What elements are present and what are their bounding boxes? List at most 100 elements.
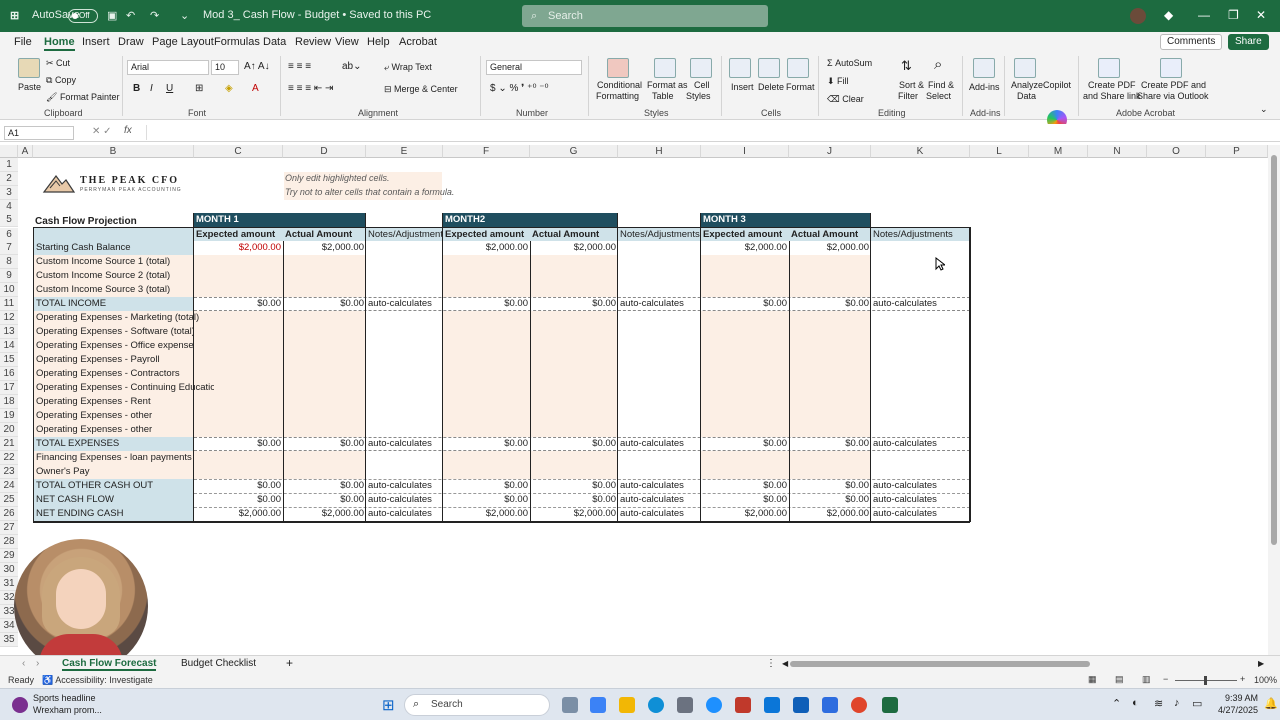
tab-formulas[interactable]: Formulas	[214, 36, 260, 48]
page-layout-view-icon[interactable]: ▤	[1115, 674, 1124, 685]
row-label[interactable]: NET ENDING CASH	[34, 507, 194, 521]
scroll-right-icon[interactable]: ▶	[1258, 659, 1264, 668]
underline-icon[interactable]: U	[166, 83, 173, 94]
month-2-header[interactable]: MONTH2	[443, 213, 618, 227]
expected-header-m1[interactable]: Expected amount	[194, 228, 283, 242]
clear-button[interactable]: ⌫ Clear	[827, 94, 864, 105]
cell-styles-icon[interactable]	[690, 58, 712, 78]
row-label[interactable]: TOTAL EXPENSES	[34, 437, 194, 451]
row-label[interactable]: Owner's Pay	[34, 465, 194, 479]
number-format-select[interactable]: General	[486, 60, 582, 75]
tab-insert[interactable]: Insert	[82, 36, 110, 48]
select-all-corner[interactable]	[0, 145, 18, 158]
row-header-15[interactable]: 15	[0, 353, 18, 367]
zoom-level[interactable]: 100%	[1254, 675, 1277, 685]
total-value-cell[interactable]: $0.00	[701, 493, 789, 507]
format-painter-button[interactable]: 🖌 Format Painter	[46, 92, 119, 103]
tab-data[interactable]: Data	[263, 36, 286, 48]
row-label[interactable]: Operating Expenses - Marketing (total)	[34, 311, 204, 325]
total-value-cell[interactable]: $0.00	[283, 493, 366, 507]
row-label[interactable]: Starting Cash Balance	[34, 241, 194, 255]
analyze-data-icon[interactable]	[1014, 58, 1036, 78]
income-input-area-m3[interactable]	[701, 255, 871, 297]
copilot-button[interactable]: Copilot	[1043, 80, 1071, 90]
autosave-toggle[interactable]: Off	[68, 9, 98, 23]
row-label[interactable]: TOTAL OTHER CASH OUT	[34, 479, 194, 493]
save-icon[interactable]: ▣	[107, 9, 117, 22]
total-value-cell[interactable]: $0.00	[789, 493, 871, 507]
total-value-cell[interactable]: $0.00	[194, 479, 283, 493]
taskbar-time[interactable]: 9:39 AM	[1214, 693, 1258, 703]
function-icon[interactable]: fx	[124, 125, 132, 136]
row-label[interactable]: Operating Expenses - Rent	[34, 395, 194, 409]
wrap-text-button[interactable]: ⤶ Wrap Text	[384, 62, 432, 73]
format-as-table-button[interactable]: Format as	[647, 80, 688, 90]
tab-help[interactable]: Help	[367, 36, 390, 48]
total-value-cell[interactable]: $2,000.00	[701, 507, 789, 521]
total-value-cell[interactable]: $2,000.00	[443, 507, 530, 521]
addins-icon[interactable]	[973, 58, 995, 78]
col-header-n[interactable]: N	[1088, 145, 1147, 158]
row-header-19[interactable]: 19	[0, 409, 18, 423]
expected-header-m2[interactable]: Expected amount	[443, 228, 530, 242]
conditional-formatting-button[interactable]: Conditional	[597, 80, 642, 90]
col-header-d[interactable]: D	[283, 145, 366, 158]
row-header-27[interactable]: 27	[0, 521, 18, 535]
total-value-cell[interactable]: $0.00	[530, 479, 618, 493]
row-header-25[interactable]: 25	[0, 493, 18, 507]
tray-chevron-icon[interactable]: ⌃	[1112, 697, 1121, 710]
row-header-23[interactable]: 23	[0, 465, 18, 479]
row-header-8[interactable]: 8	[0, 255, 18, 269]
col-header-b[interactable]: B	[33, 145, 194, 158]
tab-view[interactable]: View	[335, 36, 359, 48]
create-pdf-share-link-button[interactable]: Create PDF	[1088, 80, 1136, 90]
total-value-cell[interactable]: $0.00	[443, 479, 530, 493]
fill-button[interactable]: ⬇ Fill	[827, 76, 849, 87]
total-value-cell[interactable]: $0.00	[194, 297, 283, 311]
row-label[interactable]: Custom Income Source 3 (total)	[34, 283, 194, 297]
app-icon[interactable]	[706, 697, 722, 713]
row-header-1[interactable]: 1	[0, 158, 18, 172]
prev-sheet-icon[interactable]: ‹	[22, 658, 25, 669]
row-header-13[interactable]: 13	[0, 325, 18, 339]
notes-header-m2[interactable]: Notes/Adjustments	[618, 228, 701, 242]
avatar[interactable]	[1130, 8, 1146, 24]
total-value-cell[interactable]: $2,000.00	[530, 507, 618, 521]
undo-icon[interactable]: ↶	[126, 9, 135, 22]
collapse-ribbon-icon[interactable]: ⌄	[1260, 104, 1268, 115]
align-top-icon[interactable]: ≡ ≡ ≡	[288, 61, 311, 72]
row-header-30[interactable]: 30	[0, 563, 18, 577]
actual-header-m1[interactable]: Actual Amount	[283, 228, 366, 242]
currency-icon[interactable]: $ ⌄ % ❜ ⁺⁰ ⁻⁰	[490, 83, 549, 94]
auto-calculates-note[interactable]: auto-calculates	[871, 437, 970, 451]
search-input[interactable]: ⌕ Search	[522, 5, 768, 27]
expected-header-m3[interactable]: Expected amount	[701, 228, 789, 242]
close-icon[interactable]: ✕	[1256, 8, 1266, 22]
starting-balance-expected-m2[interactable]: $2,000.00	[443, 241, 530, 255]
auto-calculates-note[interactable]: auto-calculates	[618, 297, 701, 311]
wifi-icon[interactable]: ≋	[1154, 697, 1163, 710]
row-header-2[interactable]: 2	[0, 172, 18, 186]
total-value-cell[interactable]: $0.00	[530, 493, 618, 507]
auto-calculates-note[interactable]: auto-calculates	[618, 479, 701, 493]
row-header-26[interactable]: 26	[0, 507, 18, 521]
scroll-left-icon[interactable]: ◀	[782, 659, 788, 668]
tab-review[interactable]: Review	[295, 36, 331, 48]
row-header-11[interactable]: 11	[0, 297, 18, 311]
notes-header-m3[interactable]: Notes/Adjustments	[871, 228, 970, 242]
auto-calculates-note[interactable]: auto-calculates	[366, 479, 443, 493]
starting-balance-actual-m3[interactable]: $2,000.00	[789, 241, 871, 255]
windows-start-icon[interactable]: ⊞	[382, 696, 395, 714]
font-size-select[interactable]: 10	[211, 60, 239, 75]
row-header-35[interactable]: 35	[0, 633, 18, 647]
font-name-select[interactable]: Arial	[127, 60, 209, 75]
col-header-c[interactable]: C	[194, 145, 283, 158]
auto-calculates-note[interactable]: auto-calculates	[366, 437, 443, 451]
total-value-cell[interactable]: $0.00	[530, 297, 618, 311]
col-header-f[interactable]: F	[443, 145, 530, 158]
starting-balance-actual-m1[interactable]: $2,000.00	[283, 241, 366, 255]
row-header-10[interactable]: 10	[0, 283, 18, 297]
insert-cells-icon[interactable]	[729, 58, 751, 78]
comments-button[interactable]: Comments	[1160, 34, 1223, 50]
income-input-area-m1[interactable]	[194, 255, 366, 297]
